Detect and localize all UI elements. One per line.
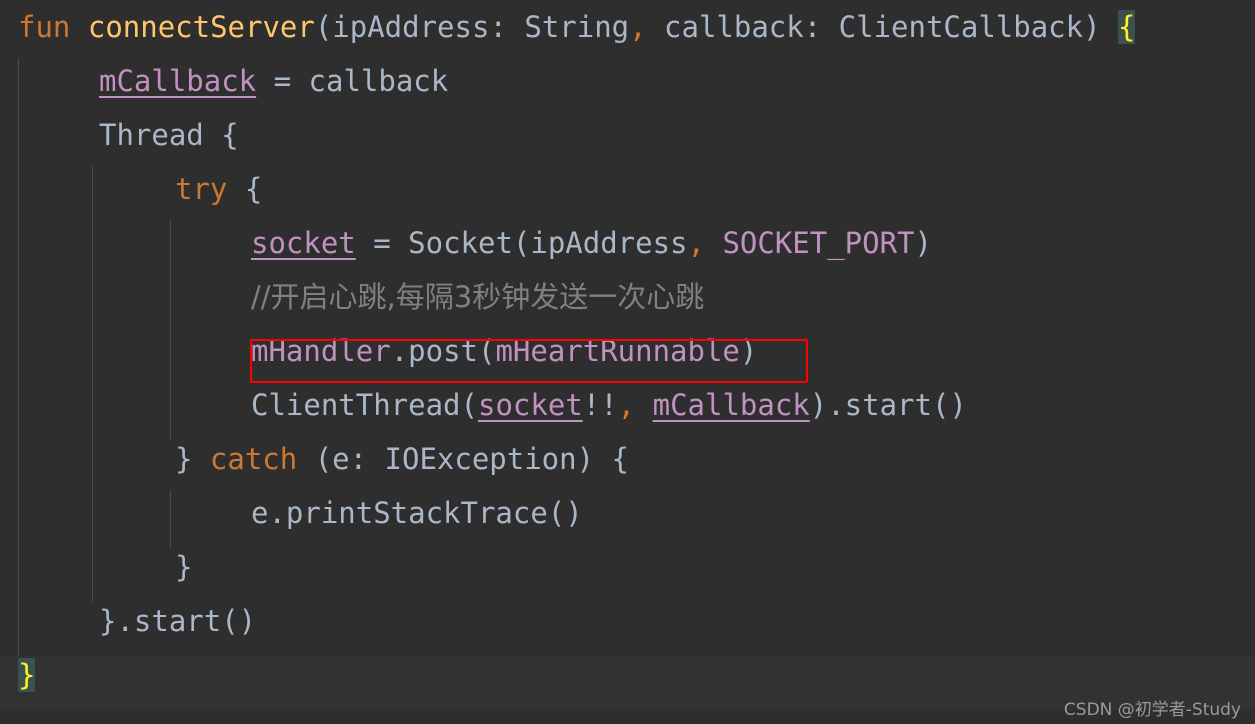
code-token: mHandler	[251, 334, 391, 368]
code-token: )	[914, 226, 932, 260]
code-token: connectServer	[87, 10, 315, 44]
code-line[interactable]: e.printStackTrace()	[0, 486, 1255, 540]
code-line[interactable]: } catch (e: IOException) {	[0, 432, 1255, 486]
code-line[interactable]: try {	[0, 162, 1255, 216]
code-token: catch	[209, 442, 298, 476]
code-line[interactable]: mHandler.post(mHeartRunnable)	[0, 324, 1255, 378]
code-token: try	[175, 172, 228, 206]
code-editor-content[interactable]: fun connectServer(ipAddress: String, cal…	[0, 0, 1255, 724]
code-line[interactable]: }	[0, 540, 1255, 594]
code-token: (ipAddress: String	[314, 10, 630, 44]
code-token: Thread {	[99, 118, 239, 152]
code-token: }.start()	[99, 604, 257, 638]
code-token: callback: ClientCallback)	[646, 10, 1118, 44]
code-line[interactable]: mCallback = callback	[0, 54, 1255, 108]
code-line[interactable]: //开启心跳,每隔3秒钟发送一次心跳	[0, 270, 1255, 324]
code-token: = callback	[256, 64, 449, 98]
watermark-label: CSDN @初学者-Study	[1063, 700, 1241, 720]
code-token: fun	[18, 10, 71, 44]
code-line[interactable]: socket = Socket(ipAddress, SOCKET_PORT)	[0, 216, 1255, 270]
code-line[interactable]: }.start()	[0, 594, 1255, 648]
code-line[interactable]: ClientThread(socket!!, mCallback).start(…	[0, 378, 1255, 432]
code-token: }	[175, 550, 193, 584]
code-token: e.printStackTrace()	[251, 496, 583, 530]
code-screenshot: fun connectServer(ipAddress: String, cal…	[0, 0, 1255, 724]
code-token: !!	[582, 388, 618, 422]
code-token: mCallback	[652, 388, 810, 422]
code-token: //开启心跳,每隔3秒钟发送一次心跳	[251, 280, 705, 314]
code-token: SOCKET_PORT	[722, 226, 915, 260]
code-token: mCallback	[99, 64, 257, 98]
code-token: )	[739, 334, 758, 368]
code-token: mHeartRunnable	[495, 334, 740, 368]
code-line[interactable]: fun connectServer(ipAddress: String, cal…	[0, 0, 1255, 54]
code-token: ClientThread(	[251, 388, 478, 422]
code-token: }	[18, 658, 36, 692]
code-token: ,	[629, 10, 647, 44]
code-token: ,	[617, 388, 636, 422]
code-line[interactable]: Thread {	[0, 108, 1255, 162]
code-token: {	[227, 172, 263, 206]
code-token: socket	[251, 226, 356, 260]
code-token: {	[1118, 10, 1136, 44]
code-token: .post(	[390, 334, 496, 368]
code-token: ,	[687, 226, 705, 260]
code-line[interactable]: }	[0, 648, 1255, 702]
code-token: socket	[477, 388, 583, 422]
code-token: (e: IOException) {	[297, 442, 629, 476]
code-token: }	[175, 442, 210, 476]
code-token: ).start()	[809, 388, 967, 422]
code-token: = Socket(ipAddress	[355, 226, 688, 260]
